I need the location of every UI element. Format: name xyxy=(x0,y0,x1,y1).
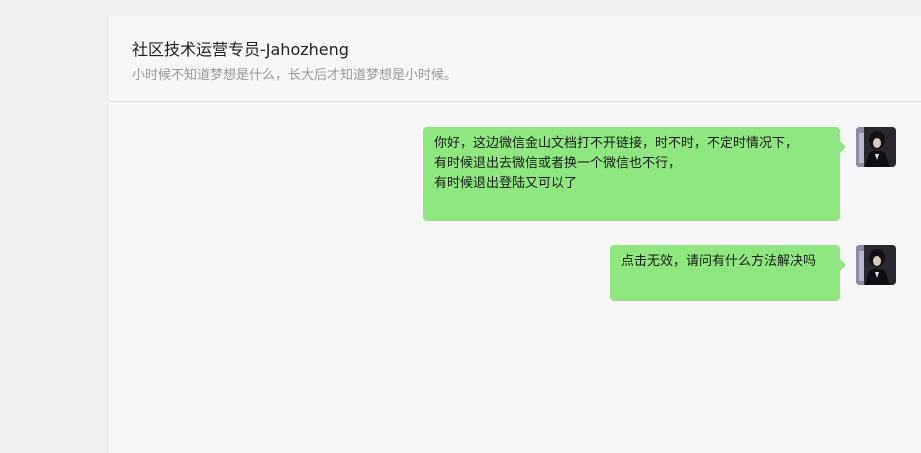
user-avatar-icon[interactable] xyxy=(856,245,896,285)
message-text-line: 有时候退出去微信或者换一个微信也不行， xyxy=(434,156,682,171)
message-text-line: 有时候退出登陆又可以了 xyxy=(434,176,578,191)
window-top-strip xyxy=(0,0,921,16)
chat-signature: 小时候不知道梦想是什么，长大后才知道梦想是小时候。 xyxy=(132,68,458,83)
chat-title[interactable]: 社区技术运营专员-Jahozheng xyxy=(132,36,349,60)
message-item: 你好，这边微信金山文档打不开链接，时不时，不定时情况下， 有时候退出去微信或者换… xyxy=(423,127,896,221)
message-text-line: 你好，这边微信金山文档打不开链接，时不时，不定时情况下， xyxy=(434,136,799,151)
message-text-line: 点击无效，请问有什么方法解决吗 xyxy=(621,254,817,269)
sidebar-gutter xyxy=(0,0,109,453)
message-bubble[interactable]: 你好，这边微信金山文档打不开链接，时不时，不定时情况下， 有时候退出去微信或者换… xyxy=(423,127,846,221)
chat-panel: 社区技术运营专员-Jahozheng 小时候不知道梦想是什么，长大后才知道梦想是… xyxy=(109,16,921,453)
user-avatar-icon[interactable] xyxy=(856,127,896,167)
message-item: 点击无效，请问有什么方法解决吗 xyxy=(610,245,896,301)
chat-header: 社区技术运营专员-Jahozheng 小时候不知道梦想是什么，长大后才知道梦想是… xyxy=(109,16,921,102)
message-bubble[interactable]: 点击无效，请问有什么方法解决吗 xyxy=(610,245,846,301)
